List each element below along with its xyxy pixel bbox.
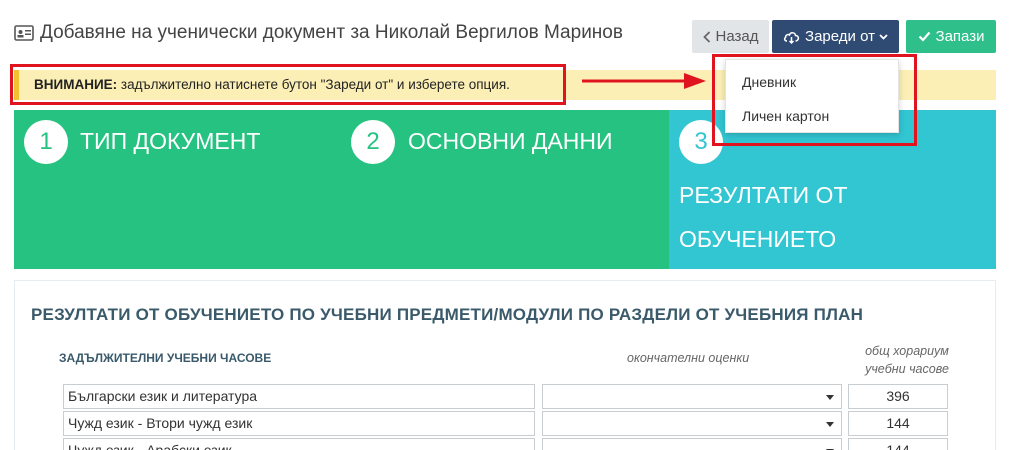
step-2-number: 2: [351, 120, 395, 164]
save-button[interactable]: Запази: [906, 20, 996, 53]
column-header-hours-line2: учебни часове: [865, 362, 949, 376]
chevron-left-icon: [702, 30, 711, 43]
section-title: РЕЗУЛТАТИ ОТ ОБУЧЕНИЕТО ПО УЧЕБНИ ПРЕДМЕ…: [31, 305, 864, 324]
column-header-subjects: ЗАДЪЛЖИТЕЛНИ УЧЕБНИ ЧАСОВЕ: [59, 351, 272, 365]
step-1-label[interactable]: ТИП ДОКУМЕНТ: [80, 128, 260, 155]
results-panel: РЕЗУЛТАТИ ОТ ОБУЧЕНИЕТО ПО УЧЕБНИ ПРЕДМЕ…: [14, 280, 996, 450]
page-title: Добавяне на ученически документ за Никол…: [40, 22, 623, 43]
grade-select[interactable]: [542, 384, 842, 409]
hours-field[interactable]: 396: [848, 384, 948, 409]
id-card-icon: [14, 25, 34, 41]
column-header-grades: окончателни оценки: [627, 351, 750, 365]
table-row: Чужд език - Втори чужд език 144: [63, 411, 949, 436]
caret-down-icon: [826, 395, 834, 400]
step-3-label-line1[interactable]: РЕЗУЛТАТИ ОТ: [679, 182, 848, 209]
hours-field[interactable]: 144: [848, 438, 948, 450]
hours-field[interactable]: 144: [848, 411, 948, 436]
annotation-box-alert: [10, 64, 566, 105]
load-from-button-label: Зареди от: [805, 28, 875, 45]
subject-field[interactable]: Чужд език - Арабски език: [63, 438, 535, 450]
annotation-arrow: [582, 73, 706, 89]
step-2-label[interactable]: ОСНОВНИ ДАННИ: [408, 128, 613, 155]
cloud-download-icon: [783, 30, 800, 44]
subject-field[interactable]: Чужд език - Втори чужд език: [63, 411, 535, 436]
column-header-hours-line1: общ хорариум: [865, 344, 949, 358]
caret-down-icon: [826, 422, 834, 427]
table-row: Чужд език - Арабски език 144: [63, 438, 949, 450]
grade-select[interactable]: [542, 411, 842, 436]
page-header: Добавяне на ученически документ за Никол…: [14, 22, 623, 44]
annotation-box-dropdown: [712, 54, 917, 146]
back-button[interactable]: Назад: [692, 20, 769, 53]
table-row: Български език и литература 396: [63, 384, 949, 409]
subject-field[interactable]: Български език и литература: [63, 384, 535, 409]
back-button-label: Назад: [715, 28, 759, 45]
chevron-down-icon: [879, 33, 888, 40]
step-1-number: 1: [24, 120, 68, 164]
grade-select[interactable]: [542, 438, 842, 450]
column-header-hours: общ хорариум учебни часове: [833, 342, 981, 378]
load-from-button[interactable]: Зареди от: [772, 20, 899, 53]
save-button-label: Запази: [935, 28, 985, 45]
step-panel-completed: 1 ТИП ДОКУМЕНТ 2 ОСНОВНИ ДАННИ: [14, 110, 669, 269]
check-icon: [918, 31, 931, 42]
step-3-label-line2[interactable]: ОБУЧЕНИЕТО: [679, 226, 836, 253]
